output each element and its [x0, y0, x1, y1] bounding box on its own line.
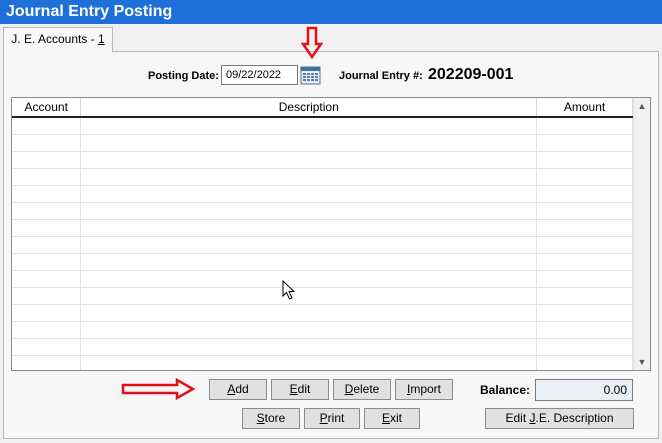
exit-button-label: xit [390, 411, 402, 425]
store-button-hotkey: S [256, 411, 265, 425]
edit-description-label-pre: Edit [505, 411, 530, 425]
window-title: Journal Entry Posting [0, 0, 662, 24]
scroll-up-icon[interactable]: ▲ [634, 98, 650, 114]
table-row[interactable] [12, 338, 633, 356]
exit-button-hotkey: E [381, 411, 390, 425]
scroll-down-icon[interactable]: ▼ [634, 354, 650, 370]
red-arrow-icon [121, 377, 197, 404]
store-button-label: tore [264, 411, 286, 425]
table-row[interactable] [12, 185, 633, 203]
table-row[interactable] [12, 168, 633, 186]
print-button-label: rint [327, 411, 345, 425]
delete-button[interactable]: Delete [333, 379, 391, 400]
store-button[interactable]: Store [242, 408, 300, 429]
table-row[interactable] [12, 321, 633, 339]
red-arrow-icon [300, 26, 324, 63]
column-header-account[interactable]: Account [12, 98, 82, 118]
add-button-label: dd [235, 382, 249, 396]
delete-button-label: elete [353, 382, 380, 396]
mouse-pointer-icon [282, 279, 296, 303]
import-button-label: mport [410, 382, 442, 396]
add-button[interactable]: Add [209, 379, 267, 400]
calendar-icon[interactable] [300, 66, 321, 85]
tab-label-prefix: J. E. Accounts - [11, 32, 98, 46]
vertical-scrollbar[interactable]: ▲ ▼ [633, 98, 650, 370]
table-row[interactable] [12, 355, 633, 370]
tab-je-accounts[interactable]: J. E. Accounts - 1 [3, 27, 113, 52]
journal-lines-grid[interactable]: Account Description Amount ▲ ▼ [11, 97, 651, 371]
edit-button-label: dit [297, 382, 311, 396]
import-button[interactable]: Import [395, 379, 453, 400]
table-row[interactable] [12, 253, 633, 271]
exit-button[interactable]: Exit [364, 408, 420, 429]
table-row[interactable] [12, 270, 633, 288]
grid-body[interactable] [12, 117, 633, 370]
column-header-amount[interactable]: Amount [536, 98, 633, 118]
table-row[interactable] [12, 117, 633, 135]
table-row[interactable] [12, 236, 633, 254]
tab-label-hotkey: 1 [98, 32, 105, 46]
journal-entry-number: 202209-001 [428, 66, 514, 83]
table-row[interactable] [12, 151, 633, 169]
edit-button-hotkey: E [289, 382, 298, 396]
table-row[interactable] [12, 219, 633, 237]
table-row[interactable] [12, 202, 633, 220]
print-button[interactable]: Print [304, 408, 360, 429]
journal-entry-label: Journal Entry #: [339, 70, 423, 82]
table-row[interactable] [12, 304, 633, 322]
edit-button[interactable]: Edit [271, 379, 329, 400]
balance-value: 0.00 [535, 379, 633, 401]
balance-label: Balance: [480, 383, 531, 397]
edit-description-label-rest: .E. Description [535, 411, 614, 425]
edit-je-description-button[interactable]: Edit J.E. Description [485, 408, 634, 429]
table-row[interactable] [12, 134, 633, 152]
posting-date-input[interactable]: 09/22/2022 [221, 65, 298, 85]
print-button-hotkey: P [319, 411, 328, 425]
column-header-description[interactable]: Description [80, 98, 538, 118]
table-row[interactable] [12, 287, 633, 305]
delete-button-hotkey: D [344, 382, 354, 396]
posting-date-label: Posting Date: [148, 70, 219, 82]
